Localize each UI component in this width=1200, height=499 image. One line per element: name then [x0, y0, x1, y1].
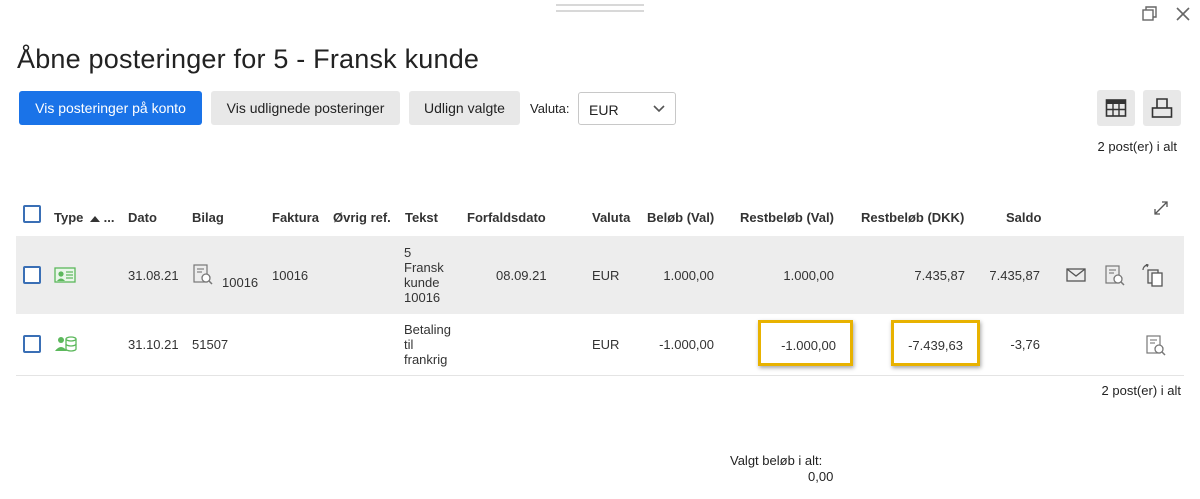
column-header-currency[interactable]: Valuta [592, 210, 630, 225]
mail-icon[interactable] [1066, 267, 1086, 288]
chevron-down-icon [653, 105, 665, 113]
row-text-line: kunde [404, 275, 440, 290]
column-header-date[interactable]: Dato [128, 210, 157, 225]
show-on-account-button[interactable]: Vis posteringer på konto [19, 91, 202, 125]
selected-amount-label: Valgt beløb i alt: [730, 453, 823, 468]
column-header-invoice[interactable]: Faktura [272, 210, 319, 225]
document-preview-icon[interactable] [1145, 335, 1167, 362]
column-settings-button[interactable] [1097, 90, 1135, 126]
highlighted-remaining-val: -1.000,00 [758, 320, 853, 366]
record-count-top: 2 post(er) i alt [1097, 139, 1177, 154]
column-header-due-date[interactable]: Forfaldsdato [467, 210, 546, 225]
row-voucher[interactable]: 51507 [192, 337, 228, 352]
document-preview-icon[interactable] [1104, 265, 1126, 292]
row-due-date: 08.09.21 [496, 268, 547, 283]
row-remaining-val: -1.000,00 [781, 338, 836, 353]
row-text: 5 Fransk kunde 10016 [404, 245, 444, 305]
show-settled-button[interactable]: Vis udlignede posteringer [211, 91, 400, 125]
row-text: Betaling til frankrig [404, 322, 451, 367]
invoice-type-icon [54, 266, 76, 289]
select-all-checkbox[interactable] [23, 205, 41, 223]
row-remaining-dkk: -7.439,63 [908, 338, 963, 353]
column-header-text[interactable]: Tekst [405, 210, 438, 225]
apply-selected-button[interactable]: Udlign valgte [409, 91, 520, 125]
drag-handle[interactable] [556, 4, 644, 12]
row-checkbox[interactable] [23, 335, 41, 353]
column-header-other-ref[interactable]: Øvrig ref. [333, 210, 391, 225]
column-header-type-label: Type [54, 210, 84, 225]
row-date: 31.10.21 [128, 337, 179, 352]
voucher-preview-icon[interactable] [192, 264, 214, 291]
currency-select[interactable]: EUR [578, 92, 676, 125]
record-count-bottom: 2 post(er) i alt [1101, 383, 1181, 398]
selected-amount-value: 0,00 [808, 469, 834, 484]
column-header-type[interactable]: Type ... [54, 210, 114, 225]
row-text-line: 5 [404, 245, 412, 260]
row-remaining-dkk: 7.435,87 [914, 268, 965, 283]
table-icon [1105, 99, 1127, 117]
row-text-line: Betaling [404, 322, 451, 337]
page-title: Åbne posteringer for 5 - Fransk kunde [17, 44, 480, 74]
copy-transfer-icon[interactable] [1141, 263, 1165, 293]
print-button[interactable] [1143, 90, 1181, 126]
row-voucher[interactable]: 10016 [222, 275, 258, 290]
column-header-remaining-val[interactable]: Restbeløb (Val) [740, 210, 834, 225]
column-header-voucher[interactable]: Bilag [192, 210, 224, 225]
row-amount-val: -1.000,00 [659, 337, 714, 352]
restore-window-icon[interactable] [1141, 5, 1161, 25]
row-currency: EUR [592, 268, 620, 283]
currency-label: Valuta: [530, 101, 570, 116]
row-remaining-val: 1.000,00 [783, 268, 834, 283]
column-header-type-more: ... [103, 210, 115, 225]
row-date: 31.08.21 [128, 268, 179, 283]
row-text-line: Fransk [404, 260, 444, 275]
row-text-line: frankrig [404, 352, 448, 367]
print-icon [1151, 98, 1173, 118]
column-header-remaining-dkk[interactable]: Restbeløb (DKK) [861, 210, 964, 225]
column-header-amount-val[interactable]: Beløb (Val) [647, 210, 714, 225]
payment-type-icon [54, 334, 78, 359]
highlighted-remaining-dkk: -7.439,63 [891, 320, 980, 366]
row-currency: EUR [592, 337, 620, 352]
row-invoice: 10016 [272, 268, 309, 283]
row-balance: -3,76 [1010, 337, 1040, 352]
row-balance: 7.435,87 [989, 268, 1040, 283]
close-icon[interactable] [1174, 5, 1194, 25]
row-checkbox[interactable] [23, 266, 41, 284]
column-header-balance[interactable]: Saldo [1006, 210, 1041, 225]
row-text-line: til [404, 337, 414, 352]
row-amount-val: 1.000,00 [663, 268, 714, 283]
currency-select-value: EUR [589, 102, 619, 118]
expand-icon[interactable] [1153, 200, 1169, 221]
sort-ascending-icon [90, 216, 101, 222]
row-text-line: 10016 [404, 290, 441, 305]
